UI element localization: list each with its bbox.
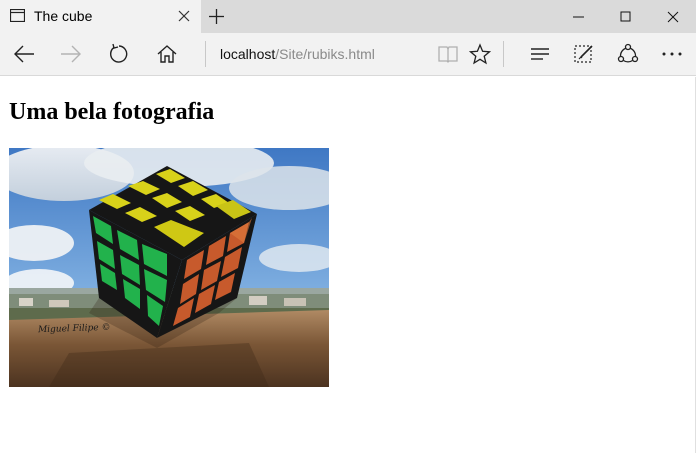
reading-view-button[interactable]: [433, 40, 463, 68]
maximize-button[interactable]: [603, 0, 649, 33]
close-tab-icon[interactable]: [177, 9, 191, 23]
home-icon: [157, 45, 177, 63]
favorite-button[interactable]: [465, 40, 495, 68]
hub-icon: [531, 48, 549, 60]
minimize-icon: [573, 16, 584, 17]
toolbar-separator: [503, 41, 504, 67]
more-icon: [662, 52, 682, 56]
star-icon: [469, 43, 491, 65]
more-button[interactable]: [657, 40, 687, 68]
tab-title: The cube: [34, 8, 93, 24]
page-icon: [10, 9, 25, 22]
close-window-button[interactable]: [650, 0, 696, 33]
address-path: /Site/rubiks.html: [275, 46, 375, 62]
share-icon: [617, 43, 639, 63]
home-button[interactable]: [152, 40, 182, 68]
forward-arrow-icon: [61, 45, 81, 63]
photo-image: [9, 148, 329, 387]
address-separator: [205, 41, 206, 67]
page-content: Uma bela fotografia Miguel Filipe ©: [0, 77, 696, 453]
web-note-icon: [574, 45, 593, 63]
reading-view-icon: [438, 46, 458, 63]
refresh-button[interactable]: [104, 40, 134, 68]
title-bar: The cube: [0, 0, 696, 33]
back-button[interactable]: [9, 40, 39, 68]
new-tab-icon[interactable]: [208, 8, 225, 25]
minimize-button[interactable]: [556, 0, 602, 33]
tab-the-cube[interactable]: The cube: [0, 0, 201, 33]
close-icon: [667, 11, 679, 22]
navigation-bar: localhost/Site/rubiks.html: [0, 33, 696, 76]
rubiks-cube-photo: Miguel Filipe ©: [9, 148, 329, 387]
web-note-button[interactable]: [569, 40, 599, 68]
address-host: localhost: [220, 46, 276, 62]
refresh-icon: [110, 43, 128, 63]
back-arrow-icon: [14, 45, 34, 63]
maximize-icon: [620, 11, 631, 21]
hub-button[interactable]: [525, 40, 555, 68]
forward-button[interactable]: [56, 40, 86, 68]
address-bar[interactable]: localhost/Site/rubiks.html: [220, 46, 375, 62]
share-button[interactable]: [613, 40, 643, 68]
page-heading: Uma bela fotografia: [9, 99, 215, 125]
